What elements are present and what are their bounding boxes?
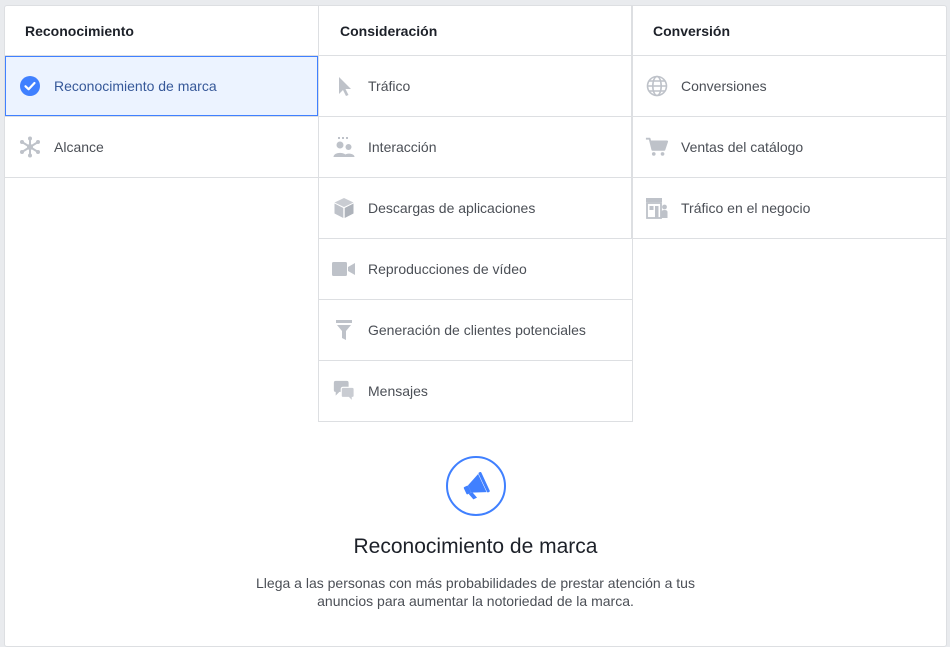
objective-label: Descargas de aplicaciones — [368, 200, 536, 216]
objective-label: Tráfico en el negocio — [681, 200, 811, 216]
objective-store-traffic[interactable]: Tráfico en el negocio — [632, 178, 946, 239]
objective-label: Mensajes — [368, 383, 428, 399]
megaphone-icon — [445, 456, 506, 516]
objective-label: Generación de clientes potenciales — [368, 322, 586, 338]
objective-label: Conversiones — [681, 78, 767, 94]
detail-description: Llega a las personas con más probabilida… — [256, 575, 695, 609]
objective-label: Alcance — [54, 139, 104, 155]
people-icon — [332, 135, 356, 159]
objective-label: Reproducciones de vídeo — [368, 261, 527, 277]
objective-reach[interactable]: Alcance — [5, 117, 318, 178]
objective-messages[interactable]: Mensajes — [319, 361, 632, 422]
chat-bubbles-icon — [332, 379, 356, 403]
cursor-icon — [332, 74, 356, 98]
objective-video-views[interactable]: Reproducciones de vídeo — [319, 239, 632, 300]
objective-lead-generation[interactable]: Generación de clientes potenciales — [319, 300, 632, 361]
objective-label: Interacción — [368, 139, 437, 155]
column-awareness: Reconocimiento Reconocimiento de marca A… — [5, 6, 318, 178]
objective-label: Ventas del catálogo — [681, 139, 804, 155]
column-consideration: Consideración Tráfico Interacción Descar… — [318, 6, 633, 422]
column-conversion: Conversión Conversiones Ventas del catál… — [631, 6, 946, 239]
reach-icon — [18, 135, 42, 159]
objective-engagement[interactable]: Interacción — [319, 117, 632, 178]
globe-icon — [645, 74, 669, 98]
objective-brand-awareness[interactable]: Reconocimiento de marca — [5, 56, 318, 117]
column-header-conversion: Conversión — [632, 6, 946, 56]
objective-label: Tráfico — [368, 78, 411, 94]
box-icon — [332, 196, 356, 220]
check-circle-icon — [18, 74, 42, 98]
objective-label: Reconocimiento de marca — [54, 78, 217, 94]
objective-catalog-sales[interactable]: Ventas del catálogo — [632, 117, 946, 178]
objective-detail: Reconocimiento de marca Llega a las pers… — [5, 456, 946, 610]
shopping-cart-icon — [645, 135, 669, 159]
funnel-icon — [332, 318, 356, 342]
video-camera-icon — [332, 257, 356, 281]
objective-traffic[interactable]: Tráfico — [319, 56, 632, 117]
column-header-consideration: Consideración — [319, 6, 632, 56]
objective-panel: Reconocimiento Reconocimiento de marca A… — [4, 5, 947, 647]
store-icon — [645, 196, 669, 220]
objective-conversions[interactable]: Conversiones — [632, 56, 946, 117]
objective-app-installs[interactable]: Descargas de aplicaciones — [319, 178, 632, 239]
column-header-awareness: Reconocimiento — [5, 6, 318, 56]
detail-title: Reconocimiento de marca — [353, 535, 598, 558]
